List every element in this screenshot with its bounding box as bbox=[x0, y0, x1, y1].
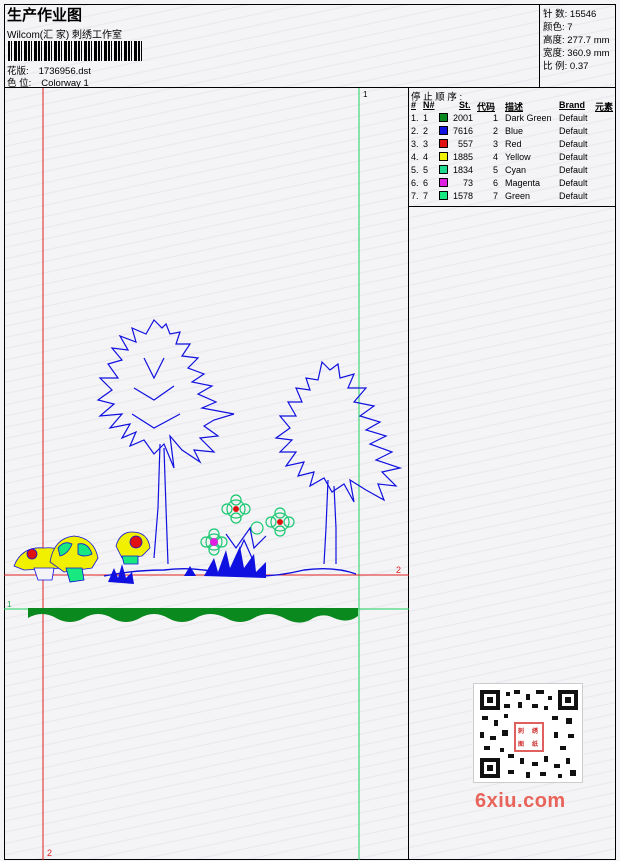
row-needle: 2 bbox=[423, 126, 429, 136]
company-name: Wilcom(汇 家) 刺绣工作室 bbox=[7, 30, 122, 41]
row-description: Red bbox=[505, 139, 522, 149]
row-needle: 3 bbox=[423, 139, 429, 149]
color-swatch bbox=[439, 165, 448, 174]
row-description: Green bbox=[505, 191, 531, 201]
row-description: Dark Green bbox=[505, 113, 552, 123]
row-brand: Default bbox=[559, 113, 588, 123]
color-swatch bbox=[439, 178, 448, 187]
table-row: 1. 1 2001 1 Dark Green Default bbox=[409, 113, 616, 126]
table-row: 2. 2 7616 2 Blue Default bbox=[409, 126, 616, 139]
row-brand: Default bbox=[559, 178, 588, 188]
row-description: Cyan bbox=[505, 165, 527, 175]
row-code: 4 bbox=[493, 152, 499, 162]
row-code: 1 bbox=[493, 113, 499, 123]
row-code: 7 bbox=[493, 191, 499, 201]
table-row: 4. 4 1885 4 Yellow Default bbox=[409, 152, 616, 165]
guide-label-red-bottom: 2 bbox=[47, 848, 52, 858]
site-watermark: 6xiu.com bbox=[475, 790, 566, 812]
color-swatch bbox=[439, 191, 448, 200]
row-index: 5. bbox=[411, 165, 419, 175]
row-needle: 1 bbox=[423, 113, 429, 123]
color-swatch bbox=[439, 113, 448, 122]
row-description: Blue bbox=[505, 126, 524, 136]
stat-height: 高度: 277.7 mm bbox=[543, 35, 610, 46]
row-stitches: 73 bbox=[462, 178, 473, 188]
row-brand: Default bbox=[559, 191, 588, 201]
header-info: 生产作业图 Wilcom(汇 家) 刺绣工作室 花版: 1736956.dst 色… bbox=[4, 4, 540, 89]
row-index: 2. bbox=[411, 126, 419, 136]
green-border bbox=[28, 608, 358, 623]
row-code: 2 bbox=[493, 126, 499, 136]
row-code: 3 bbox=[493, 139, 499, 149]
design-canvas[interactable]: 1 2 2 1 bbox=[4, 88, 409, 860]
guide-label-red-right: 2 bbox=[396, 565, 401, 575]
row-stitches: 1885 bbox=[453, 152, 474, 162]
guide-label-green-left: 1 bbox=[7, 600, 12, 609]
tree-right bbox=[274, 360, 403, 565]
row-needle: 7 bbox=[423, 191, 429, 201]
row-index: 1. bbox=[411, 113, 419, 123]
embroidery-preview: 1 2 2 1 bbox=[4, 88, 409, 860]
row-stitches: 1834 bbox=[453, 165, 474, 175]
row-needle: 4 bbox=[423, 152, 429, 162]
row-index: 6. bbox=[411, 178, 419, 188]
table-row: 3. 3 557 3 Red Default bbox=[409, 139, 616, 152]
row-brand: Default bbox=[559, 152, 588, 162]
tree-left bbox=[96, 319, 235, 565]
guide-label-green-top: 1 bbox=[363, 90, 368, 99]
colorway-line: 色 位: Colorway 1 bbox=[7, 75, 89, 89]
stat-colors: 颜色: 7 bbox=[543, 22, 573, 33]
table-row: 6. 6 73 6 Magenta Default bbox=[409, 178, 616, 191]
row-index: 3. bbox=[411, 139, 419, 149]
stop-sequence-panel: 停 止 顺 序 : # N# St. 代码 描述 Brand 元素 1. 1 200… bbox=[409, 88, 616, 860]
table-header: # N# St. 代码 描述 Brand 元素 bbox=[411, 100, 614, 112]
stat-scale: 比 例: 0.37 bbox=[543, 61, 589, 72]
barcode-image bbox=[8, 41, 144, 61]
table-row: 7. 7 1578 7 Green Default bbox=[409, 191, 616, 204]
row-description: Magenta bbox=[505, 178, 541, 188]
row-brand: Default bbox=[559, 139, 588, 149]
row-code: 5 bbox=[493, 165, 499, 175]
row-code: 6 bbox=[493, 178, 499, 188]
color-swatch bbox=[439, 139, 448, 148]
color-swatch bbox=[439, 152, 448, 161]
row-description: Yellow bbox=[505, 152, 531, 162]
row-stitches: 557 bbox=[457, 139, 473, 149]
flowers bbox=[200, 494, 295, 559]
row-stitches: 2001 bbox=[453, 113, 474, 123]
row-index: 4. bbox=[411, 152, 419, 162]
row-stitches: 1578 bbox=[453, 191, 474, 201]
row-brand: Default bbox=[559, 126, 588, 136]
qr-code: 刺 绣 图 纸 bbox=[473, 683, 583, 783]
page-title: 生产作业图 bbox=[7, 7, 83, 24]
row-brand: Default bbox=[559, 165, 588, 175]
stat-width: 宽度: 360.9 mm bbox=[543, 48, 610, 59]
stop-sequence-table: # N# St. 代码 描述 Brand 元素 1. 1 2001 1 Dark Gre… bbox=[409, 100, 616, 207]
row-stitches: 7616 bbox=[453, 126, 474, 136]
row-index: 7. bbox=[411, 191, 419, 201]
color-swatch bbox=[439, 126, 448, 135]
stat-stitches: 针 数: 15546 bbox=[543, 9, 597, 20]
qr-center-logo: 刺 绣 图 纸 bbox=[514, 722, 544, 752]
stats-panel: 针 数: 15546 颜色: 7 高度: 277.7 mm 宽度: 360.9 … bbox=[540, 4, 616, 88]
table-row: 5. 5 1834 5 Cyan Default bbox=[409, 165, 616, 178]
row-needle: 5 bbox=[423, 165, 429, 175]
row-needle: 6 bbox=[423, 178, 429, 188]
